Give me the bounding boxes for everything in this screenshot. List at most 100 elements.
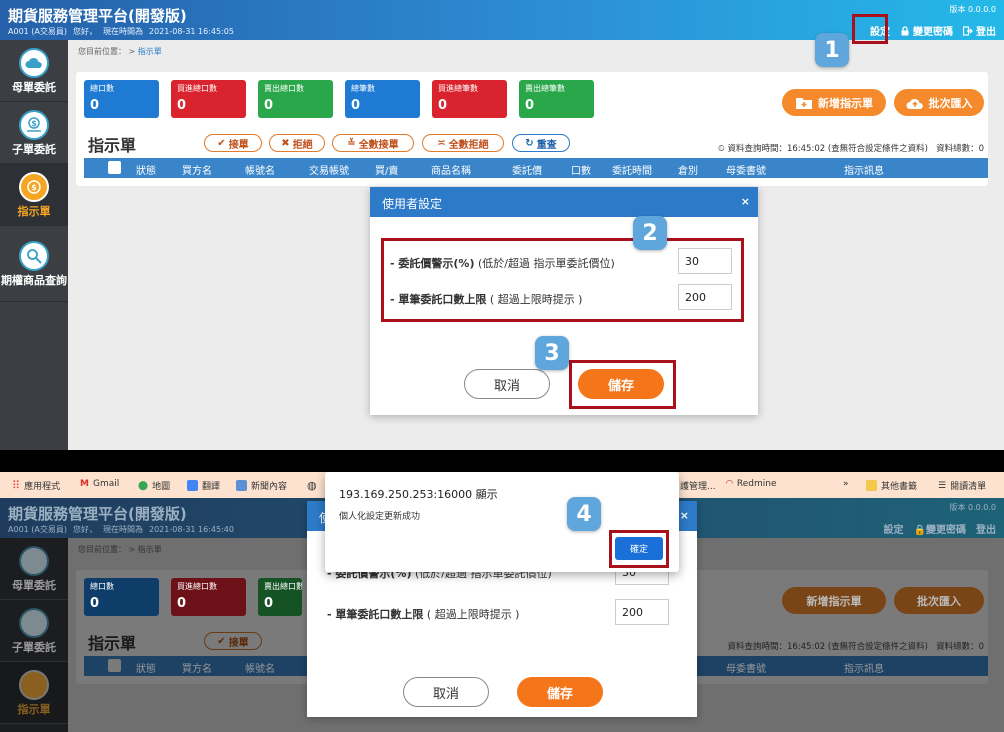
step-badge-2: 2 bbox=[633, 216, 667, 250]
reading-list-icon: ☰ bbox=[938, 480, 947, 491]
settings-link[interactable]: 設定 bbox=[884, 521, 904, 536]
stat-buy-lots: 買進總口數 0 bbox=[171, 80, 246, 118]
reject-label: 拒絕 bbox=[292, 139, 313, 151]
bookmark-news[interactable]: 新聞內容 bbox=[236, 479, 287, 492]
version-label: 版本 0.0.0.0 bbox=[949, 503, 996, 512]
stat-value: 0 bbox=[90, 596, 100, 611]
table-header: 狀態 買方名 帳號名 交易帳號 買/賣 商品名稱 委託價 口數 委託時間 倉別 … bbox=[84, 158, 988, 178]
time-label: 現在時間為 bbox=[103, 525, 143, 534]
stat-label: 賣出總筆數 bbox=[525, 84, 565, 93]
bookmark-redmine[interactable]: ◠ Redmine bbox=[726, 479, 777, 489]
close-icon[interactable]: × bbox=[680, 509, 689, 522]
query-info: 資料查詢時間：16:45:02 (查無符合設定條件之資料) 資料總數：0 bbox=[727, 640, 984, 652]
bookmarks-more[interactable]: » bbox=[843, 479, 849, 489]
clock-icon: ⏲ bbox=[718, 144, 725, 154]
breadcrumb-current[interactable]: 指示單 bbox=[138, 545, 162, 554]
batch-import-button[interactable]: 批次匯入 bbox=[894, 587, 984, 614]
select-all-checkbox[interactable] bbox=[108, 161, 121, 174]
query-info: ⏲ 資料查詢時間：16:45:02 (查無符合設定條件之資料) 資料總數：0 bbox=[718, 142, 984, 154]
highlight-ok bbox=[609, 530, 669, 568]
column-header: 交易帳號 bbox=[309, 166, 349, 177]
accept-button[interactable]: ✔ 接單 bbox=[204, 134, 262, 152]
dialog-title: 使用者設定 bbox=[382, 197, 443, 211]
version-label: 版本 0.0.0.0 bbox=[949, 5, 996, 14]
column-header: 指示訊息 bbox=[844, 166, 884, 177]
redmine-icon: ◠ bbox=[726, 479, 733, 489]
instruction-card: 總口數 0 買進總口數 0 賣出總口數 0 總筆數 0 買進總筆數 0 賣出總筆數 0 新增… bbox=[76, 72, 988, 186]
stat-label: 買進總口數 bbox=[177, 582, 217, 591]
sidebar-label: 期權商品查詢 bbox=[1, 273, 67, 287]
accept-all-label: 全數接單 bbox=[358, 139, 399, 151]
cloud-upload-icon bbox=[906, 98, 923, 109]
reject-button[interactable]: ✖ 拒絕 bbox=[269, 134, 325, 152]
bookmark-maps[interactable]: ⬤ 地圖 bbox=[138, 479, 171, 493]
add-instruction-label: 新增指示單 bbox=[818, 96, 873, 110]
coin-icon: $ bbox=[19, 171, 49, 202]
cloud-icon bbox=[19, 47, 49, 78]
stat-sell-lots: 賣出總口數 0 bbox=[258, 80, 333, 118]
refresh-icon: ↻ bbox=[525, 137, 534, 149]
screenshot-panel-settings: 期貨服務管理平台(開發版) A001 (A交易員) 您好， 現在時間為 2021-08… bbox=[0, 0, 1004, 450]
add-instruction-label: 新增指示單 bbox=[806, 594, 862, 608]
search-icon bbox=[19, 240, 49, 271]
breadcrumb: 您目前位置： > 指示單 bbox=[78, 46, 162, 57]
lot-limit-input[interactable] bbox=[615, 599, 669, 625]
bookmark-other[interactable]: 其他書籤 bbox=[866, 479, 917, 492]
breadcrumb-current[interactable]: 指示單 bbox=[138, 47, 162, 56]
cancel-button[interactable]: 取消 bbox=[403, 677, 489, 707]
highlight-settings-fields bbox=[381, 238, 744, 322]
stat-total-lots: 總口數 0 bbox=[84, 578, 159, 616]
cancel-button[interactable]: 取消 bbox=[464, 369, 550, 399]
bookmark-label: Redmine bbox=[736, 479, 777, 489]
reset-label: 重查 bbox=[536, 139, 557, 151]
bookmark-gmail[interactable]: M Gmail bbox=[80, 479, 119, 489]
sidebar-item-parent-order[interactable]: 母單委託 bbox=[0, 40, 68, 102]
svg-text:$: $ bbox=[31, 119, 37, 128]
breadcrumb-prefix: 您目前位置： bbox=[78, 545, 126, 554]
sidebar-item-child-order[interactable]: $ 子單委託 bbox=[0, 102, 68, 164]
bookmark-label: 應用程式 bbox=[24, 482, 61, 492]
stat-value: 0 bbox=[264, 596, 274, 611]
accept-button[interactable]: ✔ 接單 bbox=[204, 632, 262, 650]
logout-link[interactable]: 登出 bbox=[976, 521, 996, 536]
step-badge-4: 4 bbox=[567, 497, 601, 531]
sidebar-label: 子單委託 bbox=[12, 142, 56, 156]
select-all-checkbox[interactable] bbox=[108, 659, 121, 672]
column-header: 倉別 bbox=[678, 166, 698, 177]
sidebar-item-child-order[interactable]: 子單委託 bbox=[0, 600, 68, 662]
map-pin-icon: ⬤ bbox=[138, 480, 149, 491]
stat-label: 買進總筆數 bbox=[438, 84, 478, 93]
column-header: 委託時間 bbox=[612, 166, 652, 177]
bookmark-label: Gmail bbox=[92, 479, 120, 489]
sidebar: 母單委託 $ 子單委託 $ 指示單 期權商品查詢 bbox=[0, 40, 68, 450]
sidebar-label: 子單委託 bbox=[12, 640, 56, 654]
accept-all-button[interactable]: ≚ 全數接單 bbox=[332, 134, 414, 152]
app-title: 期貨服務管理平台(開發版) bbox=[8, 505, 187, 523]
column-header: 商品名稱 bbox=[431, 166, 471, 177]
sidebar-item-parent-order[interactable]: 母單委託 bbox=[0, 538, 68, 600]
column-header: 買/賣 bbox=[375, 166, 399, 177]
bookmark-manage[interactable]: 護管理... bbox=[680, 479, 716, 492]
lot-limit-row: - 單筆委託口數上限 ( 超過上限時提示 ) bbox=[327, 606, 519, 622]
reset-button[interactable]: ↻ 重查 bbox=[512, 134, 570, 152]
change-password-link[interactable]: 🔒變更密碼 bbox=[914, 521, 966, 536]
breadcrumb-separator: > bbox=[128, 47, 136, 56]
close-icon[interactable]: × bbox=[741, 195, 750, 208]
bookmark-reading-list[interactable]: ☰ 閱讀清單 bbox=[938, 479, 986, 493]
save-button[interactable]: 儲存 bbox=[517, 677, 603, 707]
logout-link[interactable]: 登出 bbox=[963, 23, 996, 38]
change-password-link[interactable]: 變更密碼 bbox=[900, 23, 953, 38]
add-instruction-button[interactable]: 新增指示單 bbox=[782, 89, 886, 116]
sidebar-item-instruction[interactable]: 指示單 bbox=[0, 662, 68, 724]
bookmark-translate[interactable]: 翻譯 bbox=[187, 479, 220, 492]
bookmark-apps[interactable]: ⠿ 應用程式 bbox=[12, 479, 60, 492]
close-icon: ✖ bbox=[281, 137, 290, 149]
sidebar-item-product-query[interactable]: 期權商品查詢 bbox=[0, 226, 68, 302]
sidebar-item-instruction[interactable]: $ 指示單 bbox=[0, 164, 68, 226]
bookmark-globe[interactable]: ◍ bbox=[307, 479, 317, 492]
bookmark-label: 地圖 bbox=[152, 482, 171, 492]
stat-value: 0 bbox=[525, 98, 535, 113]
add-instruction-button[interactable]: 新增指示單 bbox=[782, 587, 886, 614]
reject-all-button[interactable]: ≍ 全數拒絕 bbox=[422, 134, 504, 152]
batch-import-button[interactable]: 批次匯入 bbox=[894, 89, 984, 116]
